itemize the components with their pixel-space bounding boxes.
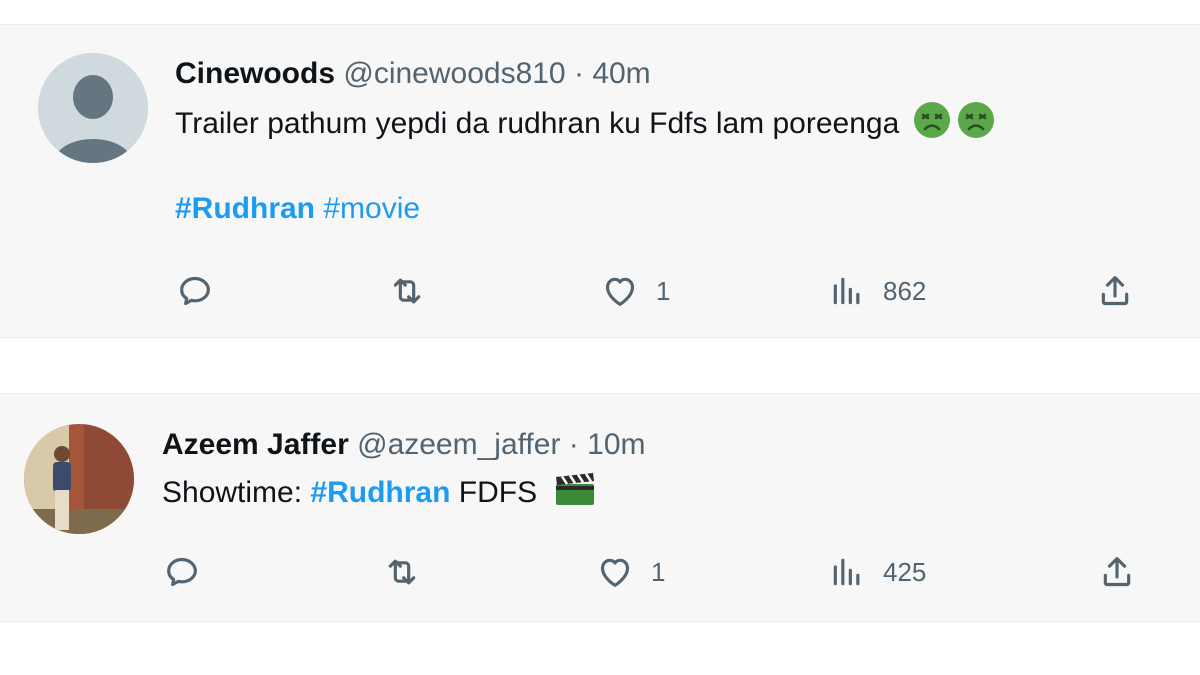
tweet-text: Trailer pathum yepdi da rudhran ku Fdfs … [175,100,1165,150]
reply-button[interactable] [162,550,202,594]
views-chart-icon [833,558,860,586]
tweet-body: Cinewoods @cinewoods810 · 40m Trailer pa… [175,55,1165,228]
hashtags: #Rudhran #movie [175,190,1165,228]
like-button[interactable]: 1 [600,269,670,313]
heart-icon [605,277,635,306]
tweet-card[interactable]: Azeem Jaffer @azeem_jaffer · 10m Showtim… [0,393,1200,622]
retweet-button[interactable] [382,550,422,594]
like-button[interactable]: 1 [595,550,665,594]
display-name[interactable]: Azeem Jaffer [162,428,349,461]
tweet-text-content: Trailer pathum yepdi da rudhran ku Fdfs … [175,106,900,140]
reply-icon [180,276,210,306]
hashtag-link[interactable]: #movie [323,192,420,225]
reply-icon [167,557,197,587]
share-icon [1101,276,1129,306]
retweet-icon [388,559,416,585]
nauseated-face-icon [956,100,996,150]
display-name[interactable]: Cinewoods [175,57,335,90]
tweet-body: Azeem Jaffer @azeem_jaffer · 10m Showtim… [162,426,1162,517]
heart-icon [600,558,630,587]
clapper-board-icon [553,471,597,517]
tweet-header: Azeem Jaffer @azeem_jaffer · 10m [162,426,1162,464]
tweet-card[interactable]: Cinewoods @cinewoods810 · 40m Trailer pa… [0,24,1200,338]
tweet-text-prefix: Showtime: [162,475,303,509]
share-icon [1103,557,1131,587]
default-avatar[interactable] [38,53,148,163]
retweet-icon [393,278,421,304]
tweet-text: Showtime: #Rudhran FDFS [162,471,1162,517]
view-count: 425 [883,556,927,587]
separator-dot: · [573,57,584,90]
separator-dot: · [568,428,579,461]
like-count: 1 [651,556,666,587]
tweet-header: Cinewoods @cinewoods810 · 40m [175,55,1165,93]
user-handle[interactable]: @cinewoods810 [343,57,565,90]
profile-photo-avatar[interactable] [24,424,134,534]
tweet-actions: 1 862 [175,269,1145,313]
like-count: 1 [656,275,671,306]
retweet-button[interactable] [387,269,427,313]
user-handle[interactable]: @azeem_jaffer [357,428,560,461]
tweet-actions: 1 425 [162,550,1137,594]
share-button[interactable] [1095,269,1135,313]
hashtag-link[interactable]: #Rudhran [310,476,450,509]
views-chart-icon [833,277,860,305]
reply-button[interactable] [175,269,215,313]
share-button[interactable] [1097,550,1137,594]
view-count: 862 [883,275,927,306]
timestamp[interactable]: 10m [587,428,645,461]
views-button[interactable]: 862 [827,269,926,313]
timestamp[interactable]: 40m [592,57,650,90]
nauseated-face-icon [912,100,952,150]
views-button[interactable]: 425 [827,550,926,594]
tweet-text-suffix: FDFS [458,475,538,509]
hashtag-link[interactable]: #Rudhran [175,192,315,225]
